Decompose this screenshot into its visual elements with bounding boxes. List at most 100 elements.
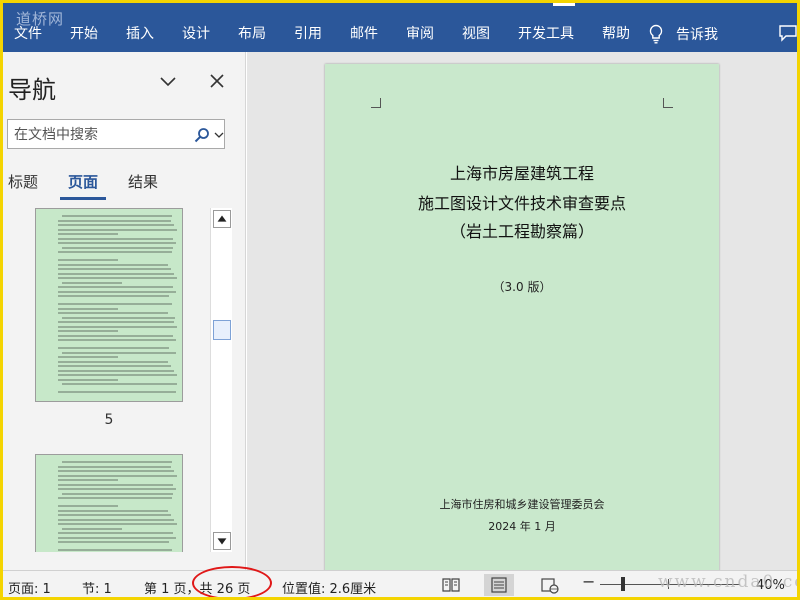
thumbnail-text-line [62,527,122,530]
thumbnail-text-line [58,465,171,468]
thumbnail-text-line [58,228,177,231]
margin-marker-top-left [371,98,381,108]
thumbnail-text-line [58,268,171,270]
tab-references[interactable]: 引用 [280,20,336,48]
thumbnail-text-line [58,224,174,226]
ribbon-bar: 道桥网 文件 开始 插入 设计 布局 引用 邮件 审阅 视图 开发工具 帮助 告… [0,0,800,52]
thumbnail-text-line [58,219,171,222]
thumbnail-text-line [62,316,175,319]
search-icon[interactable] [194,127,210,143]
thumbnail-text-line [58,514,171,516]
document-area[interactable]: 上海市房屋建筑工程 施工图设计文件技术审查要点 （岩土工程勘察篇） （3.0 版… [247,52,800,570]
chevron-down-icon[interactable] [158,74,178,90]
thumbnail-text-line [58,488,176,490]
nav-tab-results[interactable]: 结果 [120,170,166,200]
thumbnail-text-line [62,215,172,217]
scroll-down-icon[interactable] [213,532,231,550]
document-title-line: 上海市房屋建筑工程 [449,164,594,183]
thumbnail-text-line [58,369,174,372]
thumbnail-text-line [58,259,118,261]
tab-layout[interactable]: 布局 [224,20,280,48]
thumbnail-text-line [58,391,176,393]
web-layout-icon[interactable] [534,574,564,596]
scroll-up-icon[interactable] [213,210,231,228]
tab-insert[interactable]: 插入 [112,20,168,48]
search-box [7,119,225,149]
tab-developer[interactable]: 开发工具 [504,20,588,48]
thumbnail-text-line [62,246,173,249]
close-icon[interactable] [208,72,226,90]
thumbnail-text-line [58,470,174,472]
thumbnail-text-line [58,290,176,293]
thumbnail-text-line [58,330,118,332]
thumbnail-text-line [58,374,177,376]
site-watermark-url: www.cnda0.com [658,572,800,592]
thumbnail-text-line [62,281,122,284]
thumbnail-text-line [58,518,174,521]
document-title-line: 施工图设计文件技术审查要点 [417,194,626,213]
nav-tab-headings[interactable]: 标题 [0,170,46,200]
navigation-pane: 导航 标题 页面 结果 5 [0,52,246,570]
search-input[interactable] [14,125,189,145]
tab-review[interactable]: 审阅 [392,20,448,48]
thumbnail-text-line [58,497,172,499]
thumbnail-text-line [58,242,176,244]
search-options-chevron-icon[interactable] [214,130,224,140]
thumbnail-text-line [58,479,118,481]
thumbnail-text-line [58,334,173,337]
scrollbar-thumb[interactable] [213,320,231,340]
tab-help[interactable]: 帮助 [588,20,644,48]
thumbnail-page-number: 5 [104,412,114,428]
page-thumbnails: 5 [0,208,210,552]
document-subtitle: （岩土工程勘察篇） [449,222,594,241]
thumbnail-text-line [58,532,173,534]
tab-mailings[interactable]: 邮件 [336,20,392,48]
page-thumbnail[interactable] [35,454,183,552]
nav-tab-pages[interactable]: 页面 [60,170,107,200]
comment-icon[interactable] [778,24,798,42]
thumbnail-text-line [58,272,174,275]
status-page-count[interactable]: 第 1 页，共 26 页 [144,578,250,597]
thumbnail-text-line [58,312,168,314]
thumbnail-text-line [58,360,168,363]
thumbnail-text-line [58,365,171,367]
thumbnail-text-line [62,461,172,463]
tab-view[interactable]: 视图 [448,20,504,48]
tab-design[interactable]: 设计 [168,20,224,48]
tab-file[interactable]: 文件 [0,20,56,48]
thumbnail-text-line [58,347,169,349]
thumbnail-text-line [58,237,173,240]
thumbnail-text-line [58,325,177,328]
thumbnail-text-line [58,505,118,507]
page-thumbnail[interactable] [35,208,183,402]
thumbnail-text-line [58,356,118,358]
thumbnail-text-line [62,492,173,495]
thumbnail-text-line [58,523,177,525]
thumbnail-text-line [58,541,169,543]
document-date: 2024 年 1 月 [488,520,556,533]
thumbnail-text-line [58,339,176,341]
thumbnail-text-line [58,474,177,477]
zoom-out-button[interactable]: − [582,572,595,591]
nav-pane-title: 导航 [8,76,56,104]
thumbnail-text-line [58,286,173,288]
read-mode-icon[interactable] [436,574,466,596]
zoom-slider-thumb[interactable] [621,577,626,591]
thumbnail-text-line [62,351,176,354]
status-position[interactable]: 位置值: 2.6厘米 [282,578,376,597]
title-bar-accent [553,0,575,6]
print-layout-icon[interactable] [484,574,514,596]
thumbnail-text-line [58,321,174,323]
tab-home[interactable]: 开始 [56,20,112,48]
thumbnail-text-line [58,295,169,297]
thumbnail-text-line [58,251,172,253]
tell-me-box[interactable]: 告诉我 [648,20,718,48]
document-page[interactable]: 上海市房屋建筑工程 施工图设计文件技术审查要点 （岩土工程勘察篇） （3.0 版… [325,64,719,570]
status-page[interactable]: 页面: 1 [8,578,51,597]
thumbnail-scrollbar[interactable] [210,208,232,552]
lightbulb-icon [649,24,663,44]
document-publisher: 上海市住房和城乡建设管理委员会 [439,498,605,511]
thumbnail-text-line [58,483,173,486]
nav-tabs: 标题 页面 结果 [0,170,180,200]
status-section[interactable]: 节: 1 [82,578,112,597]
